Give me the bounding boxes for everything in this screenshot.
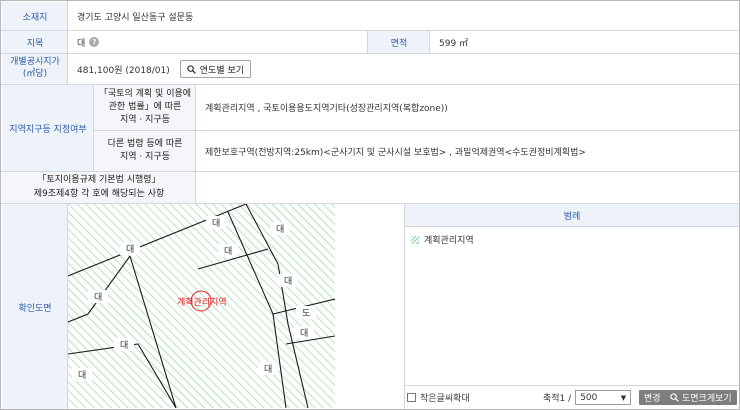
divider — [405, 385, 739, 386]
enlarge-map-label: 도면크게보기 — [682, 394, 732, 404]
lot-label: 대 — [258, 362, 279, 375]
lot-label: 대 — [88, 290, 109, 303]
category-value: 대 — [77, 38, 86, 49]
law2-label-line2: 지역 · 지구등 — [120, 152, 170, 162]
area-label: 면적 — [368, 31, 430, 53]
legend-swatch — [411, 235, 419, 244]
price-label: 개별공시지가 (㎡당) — [2, 54, 68, 84]
lot-label: 대 — [270, 222, 291, 235]
location-value: 경기도 고양시 일산동구 설문동 — [77, 12, 194, 23]
scale-label: 축적1 / — [543, 394, 572, 404]
law1-value: 계획관리지역 , 국토이용용도지역기타(성장관리지역(복합zone)) — [205, 104, 448, 114]
yearly-price-button[interactable]: 연도별 보기 — [179, 60, 252, 78]
price-value: 481,100원 (2018/01) — [77, 65, 170, 76]
lot-label: 대 — [218, 244, 239, 257]
yearly-price-label: 연도별 보기 — [199, 65, 245, 76]
parcel-zone-label: 계획관리지역 — [177, 298, 227, 308]
change-wrap: 변경 — [639, 389, 666, 406]
legend-item: 계획관리지역 — [411, 233, 474, 246]
location-label: 소재지 — [2, 2, 68, 30]
law2-label: 다른 법령 등에 따른 지역 · 지구등 — [94, 131, 196, 171]
divider — [67, 203, 68, 409]
scale-value: 500 — [580, 392, 598, 403]
divider — [404, 203, 405, 409]
zoning-label: 지역지구등 지정여부 — [2, 85, 94, 171]
change-button[interactable]: 변경 — [639, 390, 666, 405]
land-use-report: 소재지 경기도 고양시 일산동구 설문동 지목 대 ? 면적 599 ㎡ 개별공… — [0, 0, 740, 410]
price-label-line1: 개별공시지가 — [10, 57, 60, 68]
scale-control: 축적1 / 500 ▼ — [543, 389, 632, 406]
price-cell: 481,100원 (2018/01) 연도별 보기 — [68, 54, 739, 84]
lot-label: 대 — [114, 338, 135, 351]
category-cell: 대 ? — [68, 31, 368, 53]
decree-value — [196, 172, 739, 203]
lot-label: 대 — [278, 274, 299, 287]
divider — [67, 1, 68, 85]
divider — [367, 30, 368, 54]
decree-label-line2: 제9조제4항 각 호에 해당되는 사항 — [33, 188, 165, 199]
lot-label: 대 — [294, 326, 315, 339]
lot-label: 대 — [120, 242, 141, 255]
law1-label-line3: 지역 · 지구등 — [120, 115, 170, 126]
legend-item-label: 계획관리지역 — [424, 236, 474, 246]
divider — [94, 130, 739, 131]
divider — [1, 84, 739, 85]
small-text-toggle[interactable]: 작은글씨확대 — [407, 389, 470, 406]
chevron-down-icon: ▼ — [620, 393, 627, 402]
small-text-checkbox[interactable] — [407, 393, 416, 402]
decree-label-line1: 「토지이용규제 기본법 시행령」 — [37, 175, 161, 186]
scale-select[interactable]: 500 ▼ — [575, 390, 632, 405]
law2-value: 제한보호구역(전방지역:25km)<군사기지 및 군사시설 보호법> , 과밀억… — [205, 147, 586, 158]
divider — [429, 30, 430, 54]
divider — [93, 84, 94, 172]
area-value: 599 ㎡ — [439, 38, 469, 49]
magnifier-icon — [670, 393, 679, 402]
divider — [1, 30, 739, 31]
parcel-map[interactable]: 계획관리지역 대 대 대 대 대 대 대 대 대 대 도 — [68, 204, 335, 408]
lot-label: 대 — [72, 368, 93, 381]
help-icon[interactable]: ? — [89, 37, 100, 47]
divider — [195, 84, 196, 204]
map-section-label: 확인도면 — [2, 204, 68, 409]
category-label: 지목 — [2, 31, 68, 53]
law1-label: 「국토의 계획 및 이용에 관한 법률」에 따른 지역 · 지구등 — [94, 85, 196, 130]
divider — [1, 171, 739, 172]
law1-label-line1: 「국토의 계획 및 이용에 — [98, 88, 192, 99]
price-label-line2: (㎡당) — [22, 69, 48, 79]
enlarge-map-button[interactable]: 도면크게보기 — [665, 390, 737, 405]
decree-label: 「토지이용규제 기본법 시행령」 제9조제4항 각 호에 해당되는 사항 — [2, 172, 196, 203]
enlarge-wrap: 도면크게보기 — [665, 389, 737, 406]
search-icon — [187, 64, 196, 74]
divider — [1, 53, 739, 54]
lot-label: 대 — [206, 216, 227, 229]
legend-title: 범례 — [405, 204, 739, 227]
law1-label-line2: 관한 법률」에 따른 — [108, 101, 182, 112]
divider — [1, 203, 739, 204]
law2-label-line1: 다른 법령 등에 따른 — [107, 138, 183, 149]
road-label: 도 — [296, 306, 317, 319]
small-text-label: 작은글씨확대 — [420, 394, 470, 404]
